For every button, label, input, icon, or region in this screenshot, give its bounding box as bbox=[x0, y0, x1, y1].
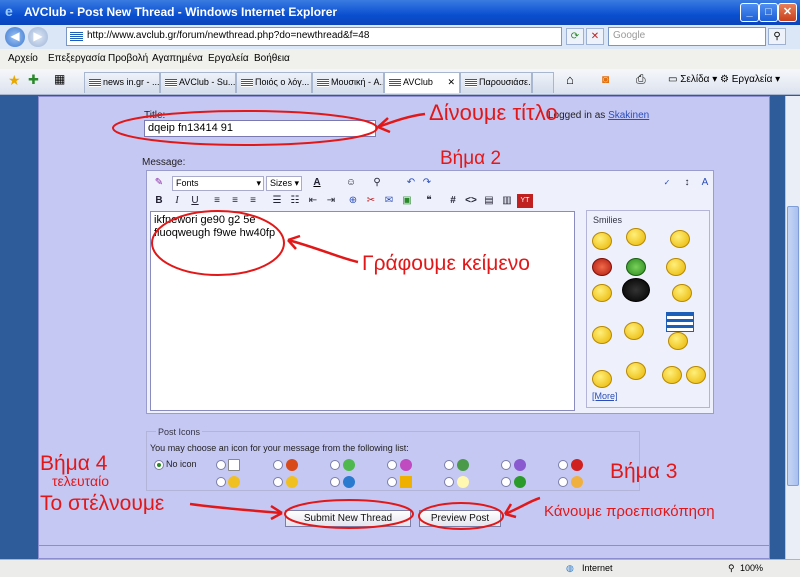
submit-circle bbox=[284, 499, 414, 529]
annotation-step4-sub: τελευταίο bbox=[52, 473, 109, 489]
text-arrow bbox=[287, 238, 359, 264]
internet-zone-icon: ◍ bbox=[566, 563, 574, 573]
title-circle bbox=[112, 110, 378, 146]
submit-arrow bbox=[189, 502, 283, 515]
security-zone: Internet bbox=[582, 563, 613, 573]
annotation-step2: Βήμα 2 bbox=[440, 148, 502, 169]
text-circle bbox=[151, 210, 285, 276]
annotation-title-note: Δίνουμε τίτλο bbox=[429, 100, 558, 125]
annotation-send-note: Το στέλνουμε bbox=[40, 492, 165, 515]
status-bar: ◍ Internet ⚲ 100% bbox=[0, 559, 800, 577]
annotation-step3: Βήμα 3 bbox=[610, 460, 678, 483]
annotation-write-text: Γράφουμε κείμενο bbox=[362, 252, 530, 275]
zoom-level[interactable]: 100% bbox=[740, 563, 763, 573]
annotation-preview-note: Κάνουμε προεπισκόπηση bbox=[544, 503, 715, 520]
annotation-overlay bbox=[112, 110, 541, 530]
zoom-icon[interactable]: ⚲ bbox=[728, 563, 735, 574]
preview-circle bbox=[418, 502, 504, 530]
